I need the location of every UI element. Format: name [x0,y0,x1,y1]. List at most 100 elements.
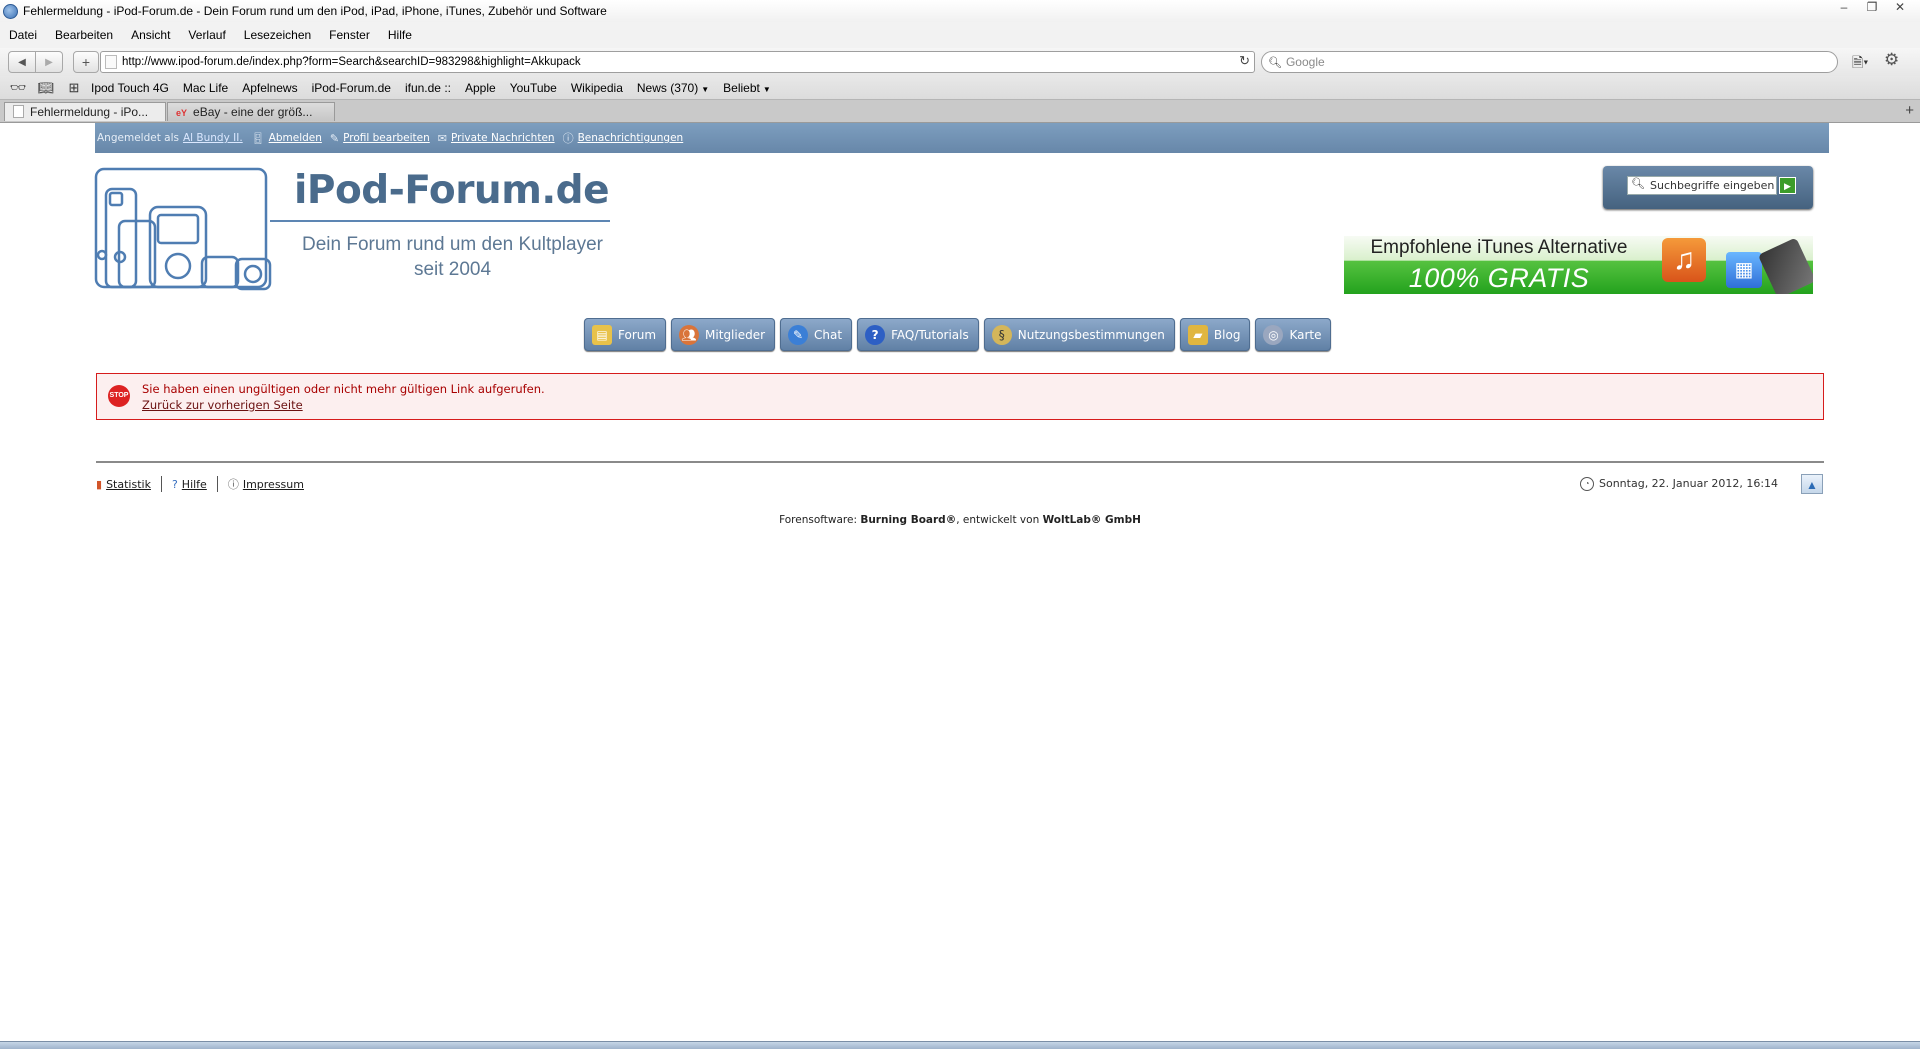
main-navigation: ▤ Forum 👥︎ Mitglieder ✎ Chat ? FAQ/Tutor… [584,318,1336,351]
top-sites-grid-icon[interactable]: ⊞ [64,80,84,96]
bookmark-mac-life[interactable]: Mac Life [176,81,235,95]
nav-map-label: Karte [1289,327,1322,342]
forum-logo-graphic[interactable] [94,167,294,292]
page-menu-icon[interactable]: 🗎︎▾ [1852,52,1868,76]
help-icon: ? [171,477,178,491]
browser-search-placeholder[interactable]: Google [1286,55,1325,69]
nav-forum[interactable]: ▤ Forum [584,318,667,351]
credits-company[interactable]: WoltLab® GmbH [1043,514,1141,526]
menu-fenster[interactable]: Fenster [320,28,379,42]
info-icon: ⓘ [562,132,574,145]
search-submit-button[interactable]: ▶ [1779,177,1796,194]
bookmark-news-folder[interactable]: News (370) ▼ [630,81,716,95]
close-button[interactable]: ✕ [1886,0,1914,16]
logout-icon: 🚪︎ [250,131,265,145]
play-arrow-icon: ▶ [1784,181,1791,191]
bookmark-ipod-forum[interactable]: iPod-Forum.de [305,81,398,95]
reading-list-icon[interactable]: 👓︎ [8,80,28,96]
search-icon: 🔍︎ [1631,178,1645,190]
tab-label: eBay - eine der größ... [193,105,313,119]
user-bar: Angemeldet als Al Bundy II. 🚪︎ Abmelden … [95,123,1829,153]
menu-ansicht[interactable]: Ansicht [122,28,179,42]
bookmark-youtube[interactable]: YouTube [503,81,564,95]
reload-icon[interactable]: ↻ [1239,53,1250,69]
page-icon [13,105,24,118]
current-datetime: Sonntag, 22. Januar 2012, 16:14 [1599,477,1779,490]
nav-blog-label: Blog [1213,327,1241,342]
itunes-alternative-ad-banner[interactable]: Empfohlene iTunes Alternative 100% GRATI… [1344,236,1813,294]
help-link[interactable]: Hilfe [182,478,207,491]
phone-icon [1757,237,1813,294]
bookmark-beliebt-folder[interactable]: Beliebt ▼ [716,81,778,95]
forward-button[interactable]: ▶ [36,51,63,73]
menu-lesezeichen[interactable]: Lesezeichen [235,28,320,42]
footer-separator [160,476,162,492]
bookmark-apfelnews[interactable]: Apfelnews [235,81,304,95]
tab-ebay[interactable]: eY eBay - eine der größ... [167,102,335,121]
nav-map[interactable]: ◎ Karte [1255,318,1332,351]
credits-middle: , entwickelt von [956,514,1040,526]
address-url[interactable]: http://www.ipod-forum.de/index.php?form=… [122,56,581,68]
tab-label: Fehlermeldung - iPo... [30,105,149,119]
bookmark-wikipedia[interactable]: Wikipedia [564,81,630,95]
nav-blog[interactable]: ▰ Blog [1179,318,1251,351]
logo-title[interactable]: iPod-Forum.de [294,168,610,213]
gear-icon[interactable]: ⚙ [1884,50,1899,70]
bookmark-news-label: News (370) [636,80,699,95]
pencil-icon: ✎ [329,131,340,145]
imprint-link[interactable]: Impressum [243,478,304,491]
paragraph-icon: § [991,324,1012,345]
menu-hilfe[interactable]: Hilfe [379,28,421,42]
notifications-link[interactable]: Benachrichtigungen [578,132,684,144]
credits-product[interactable]: Burning Board® [860,514,956,526]
error-message-text: Sie haben einen ungültigen oder nicht me… [142,382,545,396]
folder-icon: ▤ [592,324,612,345]
nav-terms[interactable]: § Nutzungsbestimmungen [983,318,1175,351]
edit-profile-link[interactable]: Profil bearbeiten [343,132,430,144]
page-icon [105,55,117,69]
bookmark-beliebt-label: Beliebt [723,80,760,95]
nav-members-label: Mitglieder [705,327,766,342]
credits-prefix: Forensoftware: [779,514,857,526]
bookmark-apple[interactable]: Apple [458,81,503,95]
statistics-link[interactable]: Statistik [106,478,151,491]
chevron-down-icon: ▼ [762,84,771,94]
window-controls: – ❐ ✕ [1830,0,1914,16]
site-search-input[interactable] [1627,176,1777,195]
forward-arrow-icon: ▶ [45,56,53,68]
nav-faq[interactable]: ? FAQ/Tutorials [857,318,979,351]
scroll-to-top-button[interactable]: ▲ [1801,474,1823,494]
maximize-button[interactable]: ❐ [1858,0,1886,16]
window-title: Fehlermeldung - iPod-Forum.de - Dein For… [23,4,607,18]
bookmark-ifun[interactable]: ifun.de :: [398,81,458,95]
back-to-previous-page-link[interactable]: Zurück zur vorherigen Seite [142,398,303,412]
software-credits: Forensoftware: Burning Board®, entwickel… [0,514,1920,526]
nav-forum-label: Forum [618,327,657,342]
back-button[interactable]: ◀ [8,51,36,73]
browser-search-field[interactable]: 🔍︎ Google [1261,51,1838,73]
footer-separator [216,476,218,492]
back-arrow-icon: ◀ [18,56,26,68]
minimize-button[interactable]: – [1830,0,1858,16]
logged-in-label: Angemeldet als [97,132,179,144]
menu-bearbeiten[interactable]: Bearbeiten [46,28,122,42]
map-icon: ◎ [1263,324,1284,345]
navigation-toolbar: ◀ ▶ + http://www.ipod-forum.de/index.php… [0,48,1920,76]
new-tab-button[interactable]: + [1905,102,1914,119]
arrow-up-icon: ▲ [1806,478,1818,492]
logout-link[interactable]: Abmelden [269,132,322,144]
bookmark-ipod-touch-4g[interactable]: Ipod Touch 4G [84,81,176,95]
tab-fehlermeldung[interactable]: Fehlermeldung - iPo... [4,102,166,121]
private-messages-link[interactable]: Private Nachrichten [451,132,555,144]
question-mark-icon: ? [865,324,886,345]
statistics-icon: ▮ [96,477,103,491]
nav-members[interactable]: 👥︎ Mitglieder [671,318,776,351]
menu-datei[interactable]: Datei [0,28,46,42]
add-bookmark-button[interactable]: + [73,51,99,73]
nav-chat[interactable]: ✎ Chat [780,318,853,351]
chat-bubble-icon: ✎ [788,324,809,345]
address-bar[interactable]: http://www.ipod-forum.de/index.php?form=… [100,51,1255,73]
bookmarks-book-icon[interactable]: 📖︎ [36,80,56,96]
menu-verlauf[interactable]: Verlauf [179,28,234,42]
username-link[interactable]: Al Bundy II. [183,132,243,144]
